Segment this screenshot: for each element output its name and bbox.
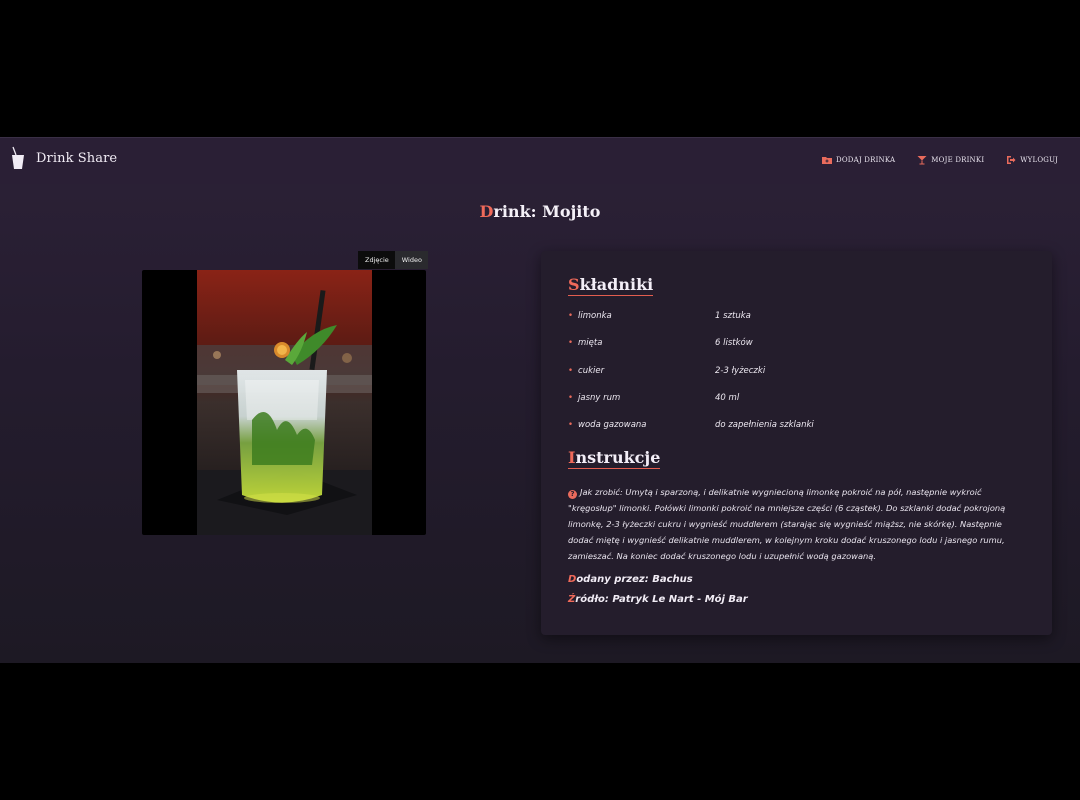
ingredient-amount: do zapełnienia szklanki xyxy=(715,420,814,431)
page-title: Drink: Mojito xyxy=(0,202,1080,221)
instructions-title-rest: nstrukcje xyxy=(575,448,661,467)
brand[interactable]: Drink Share xyxy=(10,146,117,170)
nav-logout[interactable]: WYLOGUJ xyxy=(1006,155,1058,165)
ingredients-title: Składniki xyxy=(568,275,654,296)
nav-add-drink[interactable]: DODAJ DRINKA xyxy=(822,155,895,165)
logout-icon xyxy=(1007,156,1016,164)
media-frame xyxy=(142,270,426,535)
bullet-icon: • xyxy=(568,420,574,431)
bullet-icon: • xyxy=(568,365,574,376)
nav-my-drinks[interactable]: MOJE DRINKI xyxy=(917,155,984,165)
ingredient-amount: 1 sztuka xyxy=(715,311,751,321)
ingredient-name: woda gazowana xyxy=(578,420,647,431)
media-tabs: Zdjęcie Wideo xyxy=(358,251,428,269)
ingredient-row: • cukier 2-3 łyżeczki xyxy=(568,366,1028,393)
added-by-text: odany przez: Bachus xyxy=(576,574,693,585)
ingredient-name: limonka xyxy=(578,311,612,321)
drink-glass-icon xyxy=(12,146,24,169)
instructions-text-block: ? Jak zrobić: Umytą i sparzoną, i delikat… xyxy=(568,484,1023,564)
navbar: Drink Share DODAJ DRINKA MOJE DRINKI WYL… xyxy=(0,138,1080,184)
instructions-title: Instrukcje xyxy=(568,448,661,469)
ingredient-row: • woda gazowana do zapełnienia szklanki xyxy=(568,420,1028,447)
ingredient-amount: 2-3 łyżeczki xyxy=(715,365,766,376)
folder-plus-icon xyxy=(822,157,833,164)
ingredient-name: jasny rum xyxy=(578,392,621,403)
drink-details-card: Składniki • limonka 1 sztuka • mięta 6 listk… xyxy=(541,251,1052,635)
cocktail-icon xyxy=(917,156,927,165)
nav-my-drinks-label: MOJE DRINKI xyxy=(931,156,985,164)
ingredients-title-initial: S xyxy=(568,275,580,294)
tab-video[interactable]: Wideo xyxy=(394,251,428,269)
ingredient-row: • jasny rum 40 ml xyxy=(568,393,1028,420)
ingredients-list: • limonka 1 sztuka • mięta 6 listków • cukier… xyxy=(568,311,1028,447)
brand-name: Drink Share xyxy=(36,150,118,166)
ingredient-amount: 40 ml xyxy=(715,392,740,403)
tab-photo[interactable]: Zdjęcie xyxy=(358,251,395,269)
source-text: ródło: Patryk Le Nart - Mój Bar xyxy=(575,594,748,605)
source: Źródło: Patryk Le Nart - Mój Bar xyxy=(568,594,748,605)
bullet-icon: • xyxy=(568,311,574,321)
bullet-icon: • xyxy=(568,338,574,349)
question-circle-icon: ? xyxy=(568,490,577,499)
ingredient-name: cukier xyxy=(578,365,605,376)
nav-add-drink-label: DODAJ DRINKA xyxy=(836,156,896,164)
page-title-rest: rink: Mojito xyxy=(493,202,601,221)
ingredient-row: • mięta 6 listków xyxy=(568,338,1028,365)
ingredient-name: mięta xyxy=(578,338,603,349)
nav-links: DODAJ DRINKA MOJE DRINKI WYLOGUJ xyxy=(822,155,1058,165)
ingredient-row: • limonka 1 sztuka xyxy=(568,311,1028,338)
ingredient-amount: 6 listków xyxy=(715,338,753,349)
bullet-icon: • xyxy=(568,392,574,403)
nav-logout-label: WYLOGUJ xyxy=(1020,156,1058,164)
app-shell: Drink Share DODAJ DRINKA MOJE DRINKI WYL… xyxy=(0,137,1080,663)
instructions-text: Jak zrobić: Umytą i sparzoną, i delikatn… xyxy=(568,487,1006,561)
added-by: Dodany przez: Bachus xyxy=(568,574,693,585)
page-title-initial: D xyxy=(479,202,494,221)
ingredients-title-rest: kładniki xyxy=(579,275,654,294)
drink-photo xyxy=(197,270,372,535)
